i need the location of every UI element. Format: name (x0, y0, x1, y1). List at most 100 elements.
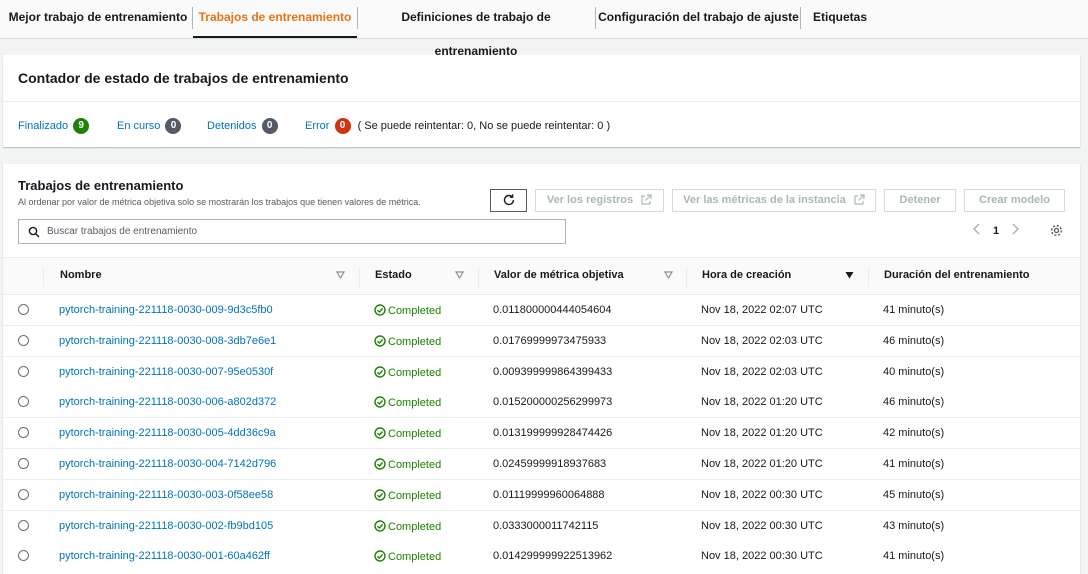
refresh-button[interactable] (490, 189, 527, 212)
job-status-label: Completed (388, 551, 442, 564)
table-row[interactable]: pytorch-training-221118-0030-006-a802d37… (3, 387, 1080, 419)
job-status: Completed (374, 396, 441, 409)
table-row[interactable]: pytorch-training-221118-0030-005-4dd36c9… (3, 418, 1080, 450)
job-name-link[interactable]: pytorch-training-221118-0030-009-9d3c5fb… (59, 304, 273, 316)
row-select-radio[interactable] (18, 488, 29, 500)
status-in-progress[interactable]: En curso 0 (117, 118, 182, 134)
job-name-link[interactable]: pytorch-training-221118-0030-004-7142d79… (59, 458, 276, 470)
row-select-radio[interactable] (18, 550, 29, 562)
chevron-left-icon[interactable] (972, 223, 982, 235)
check-circle-icon (374, 458, 386, 470)
tab-bar: Mejor trabajo de entrenamiento Trabajos … (0, 0, 1088, 58)
job-creation-time: Nov 18, 2022 00:30 UTC (701, 519, 823, 532)
status-stopped-label[interactable]: Detenidos (207, 120, 257, 132)
table-row[interactable]: pytorch-training-221118-0030-009-9d3c5fb… (3, 295, 1080, 326)
table-row[interactable]: pytorch-training-221118-0030-001-60a462f… (3, 541, 1080, 573)
job-status: Completed (374, 427, 441, 440)
row-select-radio[interactable] (18, 304, 29, 315)
check-circle-icon (374, 550, 386, 563)
status-in-progress-badge: 0 (165, 118, 182, 134)
job-status-label: Completed (388, 489, 442, 502)
sort-caret-icon[interactable] (336, 271, 345, 279)
check-circle-icon (374, 489, 386, 501)
header-status[interactable]: Estado (375, 269, 412, 281)
job-objective-metric: 0.013199999928474426 (493, 427, 613, 440)
job-objective-metric: 0.0333000011742115 (493, 519, 599, 532)
job-training-duration: 42 minuto(s) (883, 427, 945, 440)
create-model-button[interactable]: Crear modelo (964, 189, 1065, 212)
status-completed-label[interactable]: Finalizado (18, 120, 68, 132)
sort-caret-icon[interactable] (455, 271, 464, 279)
check-circle-icon (374, 396, 386, 409)
job-status-label: Completed (388, 520, 442, 533)
tab-separator (800, 7, 801, 29)
search-box (18, 219, 566, 244)
settings-gear-icon[interactable] (1050, 224, 1063, 237)
header-creation-time[interactable]: Hora de creación (702, 269, 791, 281)
view-logs-button[interactable]: Ver los registros (535, 189, 664, 212)
view-instance-metrics-button[interactable]: Ver las métricas de la instancia (672, 189, 876, 212)
table-row[interactable]: pytorch-training-221118-0030-008-3db7e6e… (3, 325, 1080, 357)
job-status: Completed (374, 489, 441, 502)
table-row[interactable]: pytorch-training-221118-0030-002-fb9bd10… (3, 510, 1080, 542)
job-creation-time: Nov 18, 2022 02:03 UTC (701, 334, 823, 347)
status-completed[interactable]: Finalizado 9 (18, 118, 90, 134)
sort-caret-icon[interactable] (664, 271, 673, 279)
stop-button[interactable]: Detener (884, 189, 956, 212)
column-separator (43, 267, 44, 287)
job-status-label: Completed (388, 335, 442, 348)
job-name-link[interactable]: pytorch-training-221118-0030-003-0f58ee5… (59, 489, 273, 501)
job-creation-time: Nov 18, 2022 00:30 UTC (701, 488, 823, 501)
job-status-label: Completed (388, 366, 442, 379)
job-status-label: Completed (388, 397, 442, 410)
job-status: Completed (374, 335, 441, 348)
job-objective-metric: 0.009399999864399433 (493, 365, 613, 378)
column-separator (478, 267, 479, 287)
job-status-label: Completed (388, 459, 442, 471)
tab-tuning-job-configuration[interactable]: Configuración del trabajo de ajuste (597, 0, 800, 38)
status-error-note: ( Se puede reintentar: 0, No se puede re… (357, 120, 611, 132)
sort-descending-icon[interactable] (845, 271, 854, 279)
status-error[interactable]: Error 0 ( Se puede reintentar: 0, No se … (305, 118, 610, 134)
tab-best-training-job[interactable]: Mejor trabajo de entrenamiento (8, 0, 188, 38)
header-name[interactable]: Nombre (60, 269, 102, 281)
row-select-radio[interactable] (18, 396, 29, 408)
job-objective-metric: 0.02459999918937683 (493, 458, 607, 470)
job-name-link[interactable]: pytorch-training-221118-0030-008-3db7e6e… (59, 335, 276, 347)
job-name-link[interactable]: pytorch-training-221118-0030-005-4dd36c9… (59, 427, 276, 439)
job-name-link[interactable]: pytorch-training-221118-0030-001-60a462f… (59, 550, 270, 562)
job-creation-time: Nov 18, 2022 02:07 UTC (701, 304, 823, 316)
job-objective-metric: 0.014299999922513962 (493, 550, 613, 563)
job-name-link[interactable]: pytorch-training-221118-0030-006-a802d37… (59, 396, 276, 408)
row-select-radio[interactable] (18, 519, 29, 531)
status-in-progress-label[interactable]: En curso (117, 120, 160, 132)
job-name-link[interactable]: pytorch-training-221118-0030-002-fb9bd10… (59, 520, 273, 532)
external-link-icon (854, 194, 865, 205)
status-stopped[interactable]: Detenidos 0 (207, 118, 278, 134)
row-select-radio[interactable] (18, 365, 29, 377)
status-error-label[interactable]: Error (305, 120, 329, 132)
check-circle-icon (374, 519, 386, 532)
table-row[interactable]: pytorch-training-221118-0030-004-7142d79… (3, 449, 1080, 480)
tab-tags[interactable]: Etiquetas (804, 0, 876, 38)
page-number[interactable]: 1 (985, 222, 1007, 240)
job-name-link[interactable]: pytorch-training-221118-0030-007-95e0530… (59, 366, 273, 378)
status-counter-title: Contador de estado de trabajos de entren… (18, 70, 349, 86)
row-select-radio[interactable] (18, 334, 29, 346)
chevron-right-icon[interactable] (1010, 223, 1020, 235)
check-circle-icon (374, 335, 386, 347)
table-row[interactable]: pytorch-training-221118-0030-007-95e0530… (3, 356, 1080, 388)
view-logs-label: Ver los registros (546, 194, 634, 206)
header-training-duration[interactable]: Duración del entrenamiento (884, 269, 1029, 281)
header-objective-metric[interactable]: Valor de métrica objetiva (494, 269, 624, 281)
tab-training-jobs[interactable]: Trabajos de entrenamiento (193, 0, 357, 38)
search-input[interactable] (47, 223, 557, 240)
tab-training-job-definitions[interactable]: Definiciones de trabajo de entrenamiento (360, 0, 592, 58)
table-header: Nombre Estado Valor de métrica objetiva … (3, 257, 1080, 295)
job-creation-time: Nov 18, 2022 01:20 UTC (701, 427, 823, 440)
row-select-radio[interactable] (18, 427, 29, 439)
table-row[interactable]: pytorch-training-221118-0030-003-0f58ee5… (3, 479, 1080, 511)
job-status: Completed (374, 458, 441, 471)
external-link-icon (641, 194, 652, 205)
row-select-radio[interactable] (18, 458, 29, 469)
